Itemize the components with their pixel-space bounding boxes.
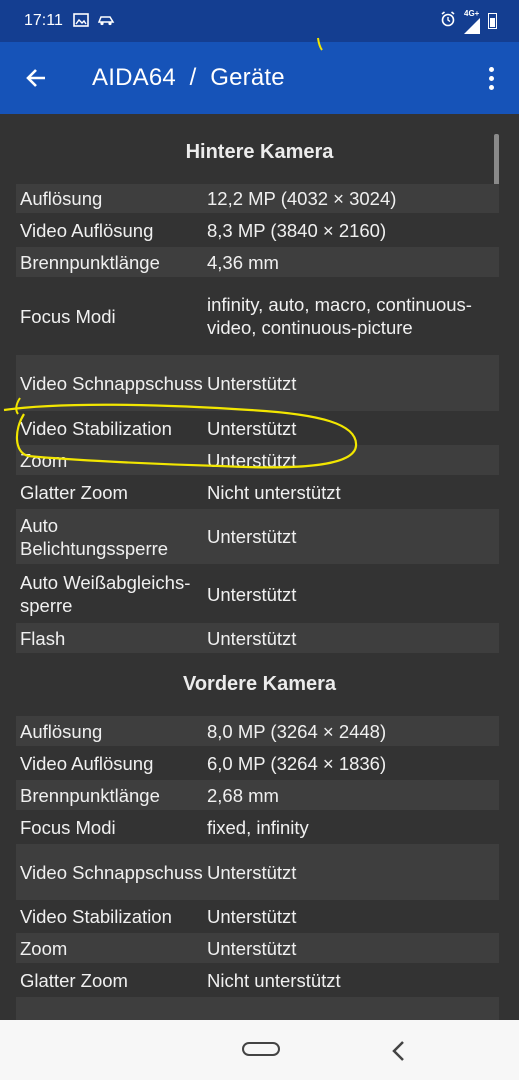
section-title-front-camera: Vordere Kamera <box>182 673 337 695</box>
section-title-rear-camera: Hintere Kamera <box>185 141 334 163</box>
image-icon <box>73 13 89 29</box>
overflow-menu-icon <box>488 66 494 72</box>
table-row: Auflösung 12,2 MP (4032 × 3024) <box>16 184 499 213</box>
table-row: Glatter Zoom Nicht unterstützt <box>20 481 341 503</box>
status-bar: 17:11 4G+ <box>0 0 519 42</box>
nav-back-icon[interactable] <box>386 1038 412 1064</box>
system-nav-bar <box>0 1020 519 1080</box>
table-row: Video Schnappschuss Unterstützt <box>16 844 499 900</box>
app-bar: AIDA64 / Geräte <box>0 42 519 114</box>
table-row: Auto Belichtungssperre Unterstützt <box>16 509 499 564</box>
table-row <box>16 997 499 1020</box>
table-row: Auflösung 8,0 MP (3264 × 2448) <box>16 716 499 746</box>
alarm-icon <box>440 10 456 32</box>
home-pill-icon[interactable] <box>242 1042 280 1056</box>
car-icon <box>97 14 115 28</box>
table-row: Auto Weißabgleichs-sperre Unterstützt <box>20 572 297 616</box>
table-row: Video Auflösung 6,0 MP (3264 × 1836) <box>20 752 387 774</box>
table-row: Video Stabilization Unterstützt <box>20 417 297 439</box>
table-row: Flash Unterstützt <box>16 623 499 653</box>
status-time: 17:11 <box>24 12 63 29</box>
page-title: AIDA64 / Geräte <box>92 64 285 91</box>
table-row: Video Schnappschuss Unterstützt <box>16 355 499 411</box>
table-row: Brennpunktlänge 2,68 mm <box>16 780 499 810</box>
overflow-menu-button[interactable] <box>479 58 503 98</box>
battery-icon <box>488 13 497 29</box>
table-row: Brennpunktlänge 4,36 mm <box>16 247 499 277</box>
network-type: 4G+ <box>464 8 480 18</box>
table-row: Focus Modi fixed, infinity <box>20 816 309 838</box>
table-row: Glatter Zoom Nicht unterstützt <box>20 969 341 991</box>
table-row: Focus Modi infinity, auto, macro, contin… <box>20 294 472 338</box>
table-row: Video Auflösung 8,3 MP (3840 × 2160) <box>20 219 387 241</box>
back-button[interactable] <box>16 58 56 98</box>
table-row: Video Stabilization Unterstützt <box>20 905 297 927</box>
back-arrow-icon <box>26 69 45 87</box>
table-row: Zoom Unterstützt <box>16 445 499 475</box>
device-info-list[interactable]: Hintere Kamera Auflösung 12,2 MP (4032 ×… <box>0 114 519 1020</box>
table-row: Zoom Unterstützt <box>16 933 499 963</box>
signal-icon <box>464 17 480 34</box>
